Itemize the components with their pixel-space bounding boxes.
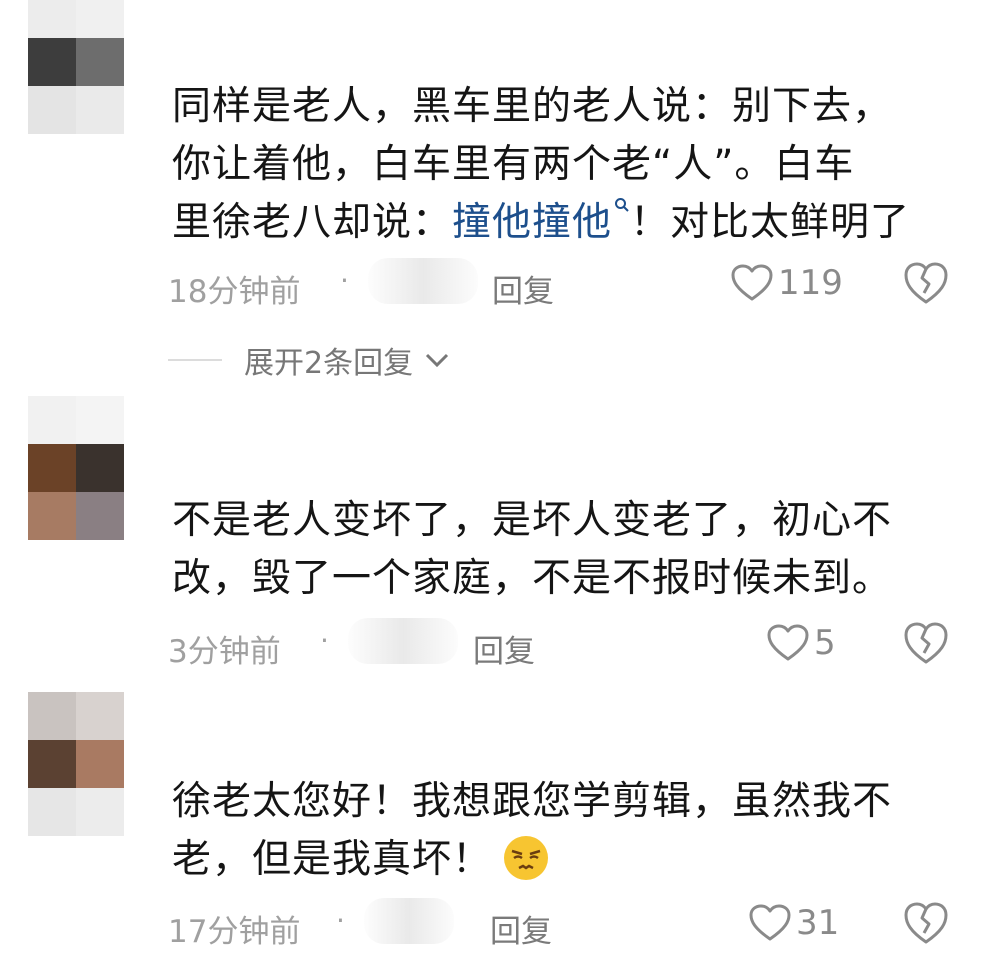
- search-link[interactable]: 撞他撞他: [452, 200, 612, 245]
- comment-line: 老，但是我真坏！: [172, 831, 960, 889]
- timestamp: 3分钟前: [168, 634, 281, 670]
- like-button[interactable]: 31: [748, 898, 839, 948]
- heart-outline-icon: [731, 264, 773, 301]
- comment-text-prefix: 里徐老八却说：: [172, 200, 453, 245]
- like-count: 119: [778, 263, 843, 303]
- separator-dot: ·: [320, 624, 329, 657]
- avatar[interactable]: [28, 0, 148, 140]
- timestamp: 18分钟前: [168, 274, 301, 310]
- like-button[interactable]: 5: [766, 618, 836, 668]
- comment-text-line: 老，但是我真坏！: [172, 837, 493, 882]
- blurred-location: [348, 618, 458, 664]
- comment-meta: 17分钟前 · 回复 31: [168, 898, 960, 951]
- like-count: 5: [814, 623, 836, 663]
- comment-text: 徐老太您好！我想跟您学剪辑，虽然我不 老，但是我真坏！: [172, 773, 960, 889]
- comment-line: 徐老太您好！我想跟您学剪辑，虽然我不: [172, 779, 893, 824]
- expand-replies-label: 展开2条回复: [244, 346, 414, 381]
- avatar[interactable]: [28, 692, 148, 842]
- search-icon[interactable]: [614, 197, 630, 213]
- reply-button[interactable]: 回复: [492, 266, 554, 311]
- broken-heart-icon[interactable]: [902, 260, 950, 306]
- comment-text: 同样是老人，黑车里的老人说：别下去， 你让着他，白车里有两个老“人”。白车 里徐…: [172, 78, 960, 252]
- separator-dot: ·: [340, 264, 349, 297]
- reply-button[interactable]: 回复: [490, 906, 552, 951]
- like-button[interactable]: 119: [730, 258, 843, 308]
- like-count: 31: [796, 903, 840, 943]
- reply-button[interactable]: 回复: [473, 626, 535, 671]
- heart-outline-icon: [767, 624, 809, 661]
- comment-text: 不是老人变坏了，是坏人变老了，初心不 改，毁了一个家庭，不是不报时候未到。: [172, 492, 960, 608]
- divider: [168, 359, 222, 361]
- heart-outline-icon: [749, 904, 791, 941]
- avatar[interactable]: [28, 396, 148, 546]
- timestamp: 17分钟前: [168, 914, 301, 950]
- expand-replies-button[interactable]: 展开2条回复: [168, 335, 451, 385]
- smirk-emoji-icon: [504, 836, 549, 880]
- comment-line: 改，毁了一个家庭，不是不报时候未到。: [172, 556, 893, 601]
- comment-line: 你让着他，白车里有两个老“人”。白车: [172, 142, 855, 187]
- blurred-location: [368, 258, 478, 304]
- comment-line: 同样是老人，黑车里的老人说：别下去，: [172, 84, 893, 129]
- broken-heart-icon[interactable]: [902, 900, 950, 946]
- chevron-down-icon: [426, 353, 449, 368]
- separator-dot: ·: [336, 904, 345, 937]
- blurred-location: [364, 898, 454, 944]
- comment-text-suffix: ！对比太鲜明了: [630, 200, 911, 245]
- comment-line: 不是老人变坏了，是坏人变老了，初心不: [172, 498, 893, 543]
- comment-line: 里徐老八却说：撞他撞他 ！对比太鲜明了: [172, 194, 960, 252]
- comment-meta: 18分钟前 · 回复 119: [168, 258, 960, 311]
- broken-heart-icon[interactable]: [902, 620, 950, 666]
- comment-meta: 3分钟前 · 回复 5: [168, 618, 960, 671]
